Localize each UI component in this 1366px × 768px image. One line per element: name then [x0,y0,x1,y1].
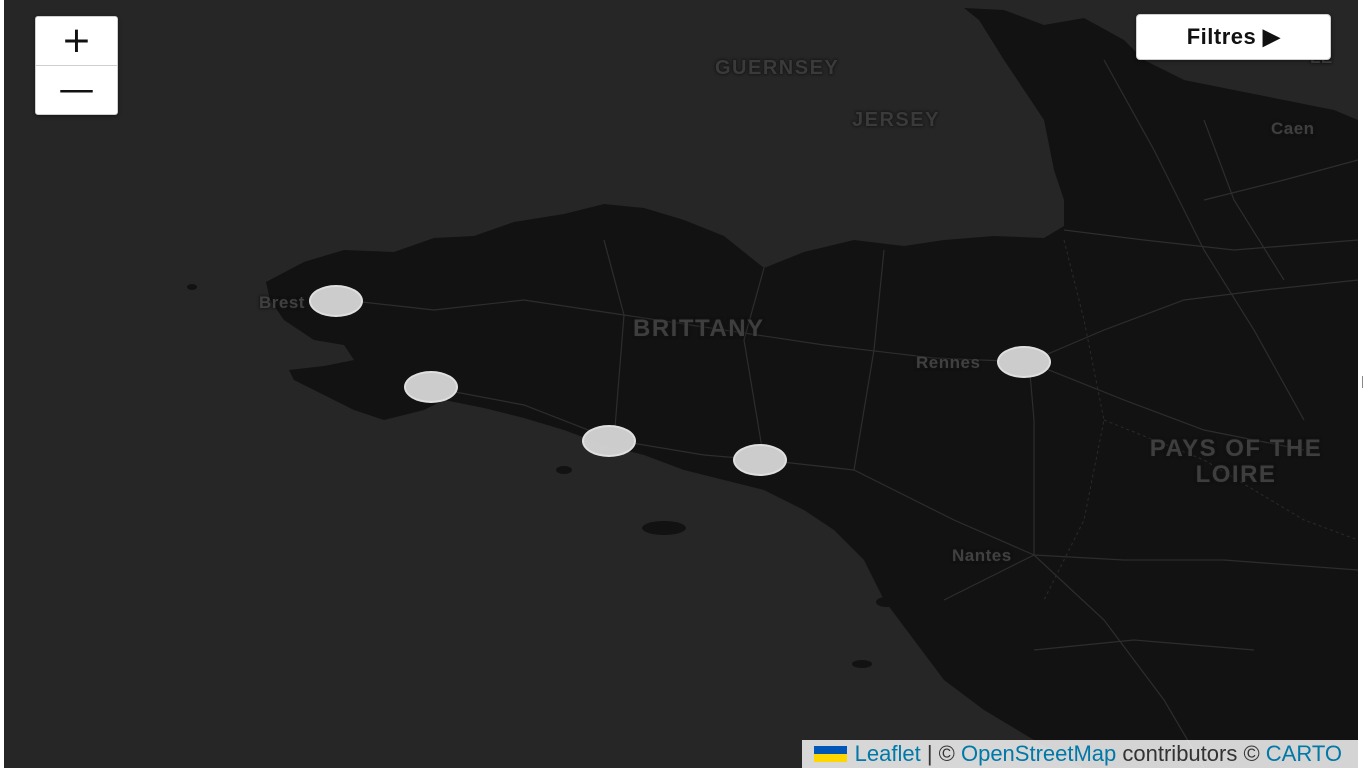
carto-link[interactable]: CARTO [1266,741,1342,766]
map-marker-crozon[interactable] [404,371,458,403]
zoom-in-button[interactable]: + [36,17,117,65]
attribution-contributors: contributors © [1116,741,1266,766]
label-caen: Caen [1271,119,1315,138]
label-brittany: BRITTANY [633,315,765,342]
label-pays-line1: PAYS OF THE [1149,435,1323,462]
label-brest: Brest [259,293,305,312]
label-nantes: Nantes [952,546,1012,565]
map-marker-lorient[interactable] [582,425,636,457]
filters-toggle-button[interactable]: Filtres ▶ [1136,14,1331,60]
label-guernsey: GUERNSEY [715,57,840,79]
map-marker-vannes[interactable] [733,444,787,476]
map-container[interactable]: GUERNSEY JERSEY Caen LE BRITTANY Brest R… [4,0,1358,768]
label-pays-de-la-loire: PAYS OF THE LOIRE [1120,436,1352,488]
openstreetmap-link[interactable]: OpenStreetMap [961,741,1116,766]
attribution-separator: | © [920,741,961,766]
ukraine-flag-icon [813,746,847,762]
basemap-tiles [187,8,1358,768]
map-marker-rennes[interactable] [997,346,1051,378]
label-jersey: JERSEY [852,109,940,131]
island-belle-ile [642,521,686,535]
island-yeu [852,660,872,668]
map-marker-brest[interactable] [309,285,363,317]
island-noirmoutier [876,597,896,607]
leaflet-link[interactable]: Leaflet [855,741,921,766]
zoom-control: + — [35,16,118,115]
zoom-out-button[interactable]: — [36,65,117,114]
island-ouessant [187,284,197,290]
panel-resize-handle[interactable] [1362,376,1366,388]
label-pays-line2: LOIRE [1195,461,1277,488]
island-groix [556,466,572,474]
map-attribution: Leaflet | © OpenStreetMap contributors ©… [801,740,1358,768]
label-rennes: Rennes [916,353,981,372]
